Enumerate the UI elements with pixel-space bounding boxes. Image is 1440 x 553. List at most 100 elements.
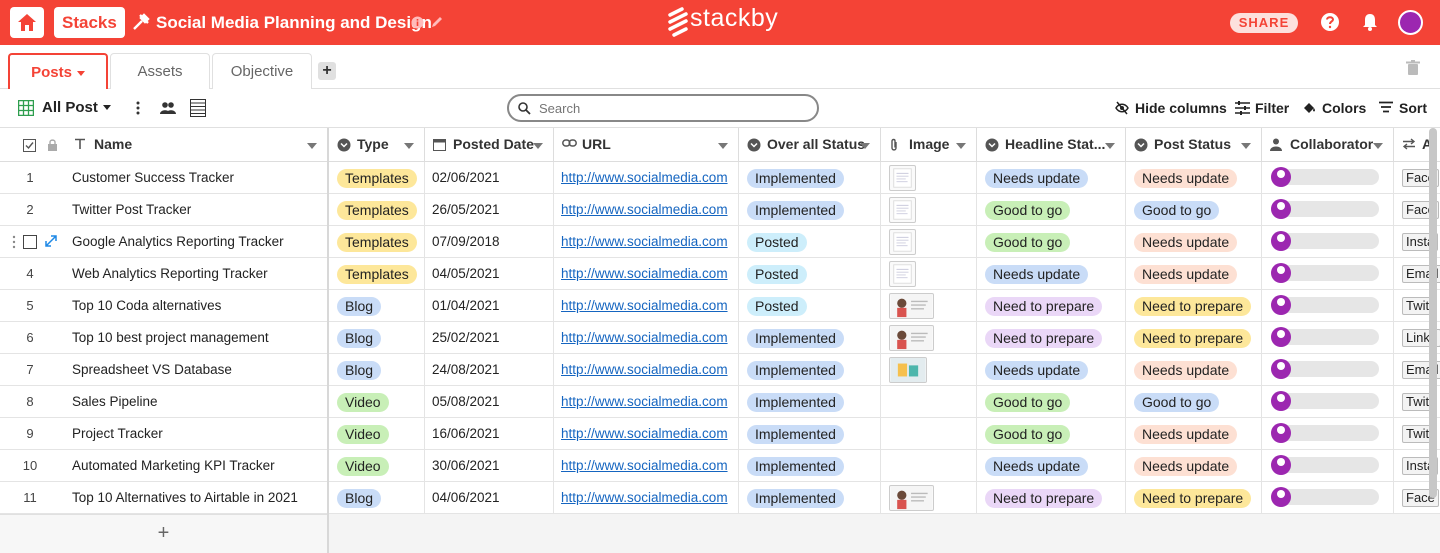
name-cell[interactable]: Top 10 Alternatives to Airtable in 2021 xyxy=(66,482,328,514)
overall-status-cell[interactable]: Posted xyxy=(739,226,881,258)
headline-status-cell[interactable]: Need to prepare xyxy=(977,322,1126,354)
headline-status-cell[interactable]: Needs update xyxy=(977,450,1126,482)
post-status-cell[interactable]: Needs update xyxy=(1126,226,1262,258)
url-link[interactable]: http://www.socialmedia.com xyxy=(554,234,728,249)
type-cell[interactable]: Templates xyxy=(329,194,425,226)
type-cell[interactable]: Video xyxy=(329,386,425,418)
image-thumbnail[interactable] xyxy=(889,261,916,287)
url-link[interactable]: http://www.socialmedia.com xyxy=(554,266,728,281)
column-header-url[interactable]: URL xyxy=(554,128,739,162)
image-cell[interactable] xyxy=(881,226,977,258)
url-cell[interactable]: http://www.socialmedia.com xyxy=(554,290,739,322)
posted-date-cell[interactable]: 26/05/2021 xyxy=(425,194,554,226)
url-cell[interactable]: http://www.socialmedia.com xyxy=(554,226,739,258)
post-status-cell[interactable]: Needs update xyxy=(1126,354,1262,386)
name-cell[interactable]: Customer Success Tracker xyxy=(66,162,328,194)
headline-status-cell[interactable]: Needs update xyxy=(977,354,1126,386)
collaborator-cell[interactable] xyxy=(1262,290,1394,322)
image-cell[interactable] xyxy=(881,482,977,514)
chevron-down-icon[interactable] xyxy=(1105,143,1115,149)
name-cell[interactable]: Top 10 best project management xyxy=(66,322,328,354)
chevron-down-icon[interactable] xyxy=(533,143,543,149)
overall-status-cell[interactable]: Implemented xyxy=(739,450,881,482)
url-link[interactable]: http://www.socialmedia.com xyxy=(554,330,728,345)
column-header-name[interactable]: Name xyxy=(66,128,328,162)
url-link[interactable]: http://www.socialmedia.com xyxy=(554,458,728,473)
url-link[interactable]: http://www.socialmedia.com xyxy=(554,490,728,505)
post-status-cell[interactable]: Needs update xyxy=(1126,258,1262,290)
collaborator-cell[interactable] xyxy=(1262,386,1394,418)
overall-status-cell[interactable]: Implemented xyxy=(739,482,881,514)
stacks-button[interactable]: Stacks xyxy=(54,7,125,38)
headline-status-cell[interactable]: Need to prepare xyxy=(977,482,1126,514)
home-button[interactable] xyxy=(10,7,44,38)
column-header-headline-status[interactable]: Headline Stat... xyxy=(977,128,1126,162)
posted-date-cell[interactable]: 16/06/2021 xyxy=(425,418,554,450)
row-height-icon[interactable] xyxy=(190,99,206,117)
row-select-cell[interactable] xyxy=(0,226,66,258)
url-cell[interactable]: http://www.socialmedia.com xyxy=(554,354,739,386)
search-input[interactable] xyxy=(539,100,809,116)
overall-status-cell[interactable]: Posted xyxy=(739,258,881,290)
posted-date-cell[interactable]: 04/05/2021 xyxy=(425,258,554,290)
chevron-down-icon[interactable] xyxy=(718,143,728,149)
collaborator-cell[interactable] xyxy=(1262,482,1394,514)
overall-status-cell[interactable]: Posted xyxy=(739,290,881,322)
image-thumbnail[interactable] xyxy=(889,485,934,511)
info-icon[interactable] xyxy=(411,16,424,29)
overall-status-cell[interactable]: Implemented xyxy=(739,418,881,450)
url-link[interactable]: http://www.socialmedia.com xyxy=(554,298,728,313)
post-status-cell[interactable]: Good to go xyxy=(1126,386,1262,418)
url-cell[interactable]: http://www.socialmedia.com xyxy=(554,162,739,194)
expand-row-icon[interactable] xyxy=(45,235,57,247)
collaborator-cell[interactable] xyxy=(1262,322,1394,354)
share-button[interactable]: SHARE xyxy=(1230,13,1298,33)
table-row[interactable]: 7 Spreadsheet VS Database Blog 24/08/2021 ht… xyxy=(0,354,1440,386)
name-cell[interactable]: Google Analytics Reporting Tracker xyxy=(66,226,328,258)
post-status-cell[interactable]: Needs update xyxy=(1126,450,1262,482)
image-thumbnail[interactable] xyxy=(889,293,934,319)
tab-assets[interactable]: Assets xyxy=(110,53,210,89)
headline-status-cell[interactable]: Good to go xyxy=(977,418,1126,450)
post-status-cell[interactable]: Needs update xyxy=(1126,162,1262,194)
image-thumbnail[interactable] xyxy=(889,325,934,351)
headline-status-cell[interactable]: Needs update xyxy=(977,258,1126,290)
chevron-down-icon[interactable] xyxy=(404,143,414,149)
name-cell[interactable]: Spreadsheet VS Database xyxy=(66,354,328,386)
image-thumbnail[interactable] xyxy=(889,197,916,223)
table-row[interactable]: 10 Automated Marketing KPI Tracker Video 30… xyxy=(0,450,1440,482)
name-cell[interactable]: Web Analytics Reporting Tracker xyxy=(66,258,328,290)
column-header-post-status[interactable]: Post Status xyxy=(1126,128,1262,162)
image-cell[interactable] xyxy=(881,258,977,290)
image-thumbnail[interactable] xyxy=(889,229,916,255)
name-cell[interactable]: Twitter Post Tracker xyxy=(66,194,328,226)
type-cell[interactable]: Templates xyxy=(329,162,425,194)
image-cell[interactable] xyxy=(881,290,977,322)
add-table-button[interactable]: + xyxy=(318,62,336,80)
image-cell[interactable] xyxy=(881,194,977,226)
posted-date-cell[interactable]: 07/09/2018 xyxy=(425,226,554,258)
url-cell[interactable]: http://www.socialmedia.com xyxy=(554,386,739,418)
drag-handle-icon[interactable] xyxy=(12,235,16,249)
posted-date-cell[interactable]: 04/06/2021 xyxy=(425,482,554,514)
url-cell[interactable]: http://www.socialmedia.com xyxy=(554,194,739,226)
name-cell[interactable]: Sales Pipeline xyxy=(66,386,328,418)
table-row[interactable]: 1 Customer Success Tracker Templates 02/06/… xyxy=(0,162,1440,194)
image-cell[interactable] xyxy=(881,322,977,354)
collaborator-cell[interactable] xyxy=(1262,450,1394,482)
url-link[interactable]: http://www.socialmedia.com xyxy=(554,170,728,185)
post-status-cell[interactable]: Good to go xyxy=(1126,194,1262,226)
name-cell[interactable]: Project Tracker xyxy=(66,418,328,450)
column-header-collaborator[interactable]: Collaborator xyxy=(1262,128,1394,162)
overall-status-cell[interactable]: Implemented xyxy=(739,162,881,194)
name-cell[interactable]: Top 10 Coda alternatives xyxy=(66,290,328,322)
trash-icon[interactable] xyxy=(1406,60,1420,76)
chevron-down-icon[interactable] xyxy=(1373,143,1383,149)
image-cell[interactable] xyxy=(881,386,977,418)
user-avatar[interactable] xyxy=(1398,10,1423,35)
chevron-down-icon[interactable] xyxy=(860,143,870,149)
type-cell[interactable]: Video xyxy=(329,450,425,482)
collaborator-cell[interactable] xyxy=(1262,354,1394,386)
chevron-down-icon[interactable] xyxy=(307,143,317,149)
url-link[interactable]: http://www.socialmedia.com xyxy=(554,362,728,377)
